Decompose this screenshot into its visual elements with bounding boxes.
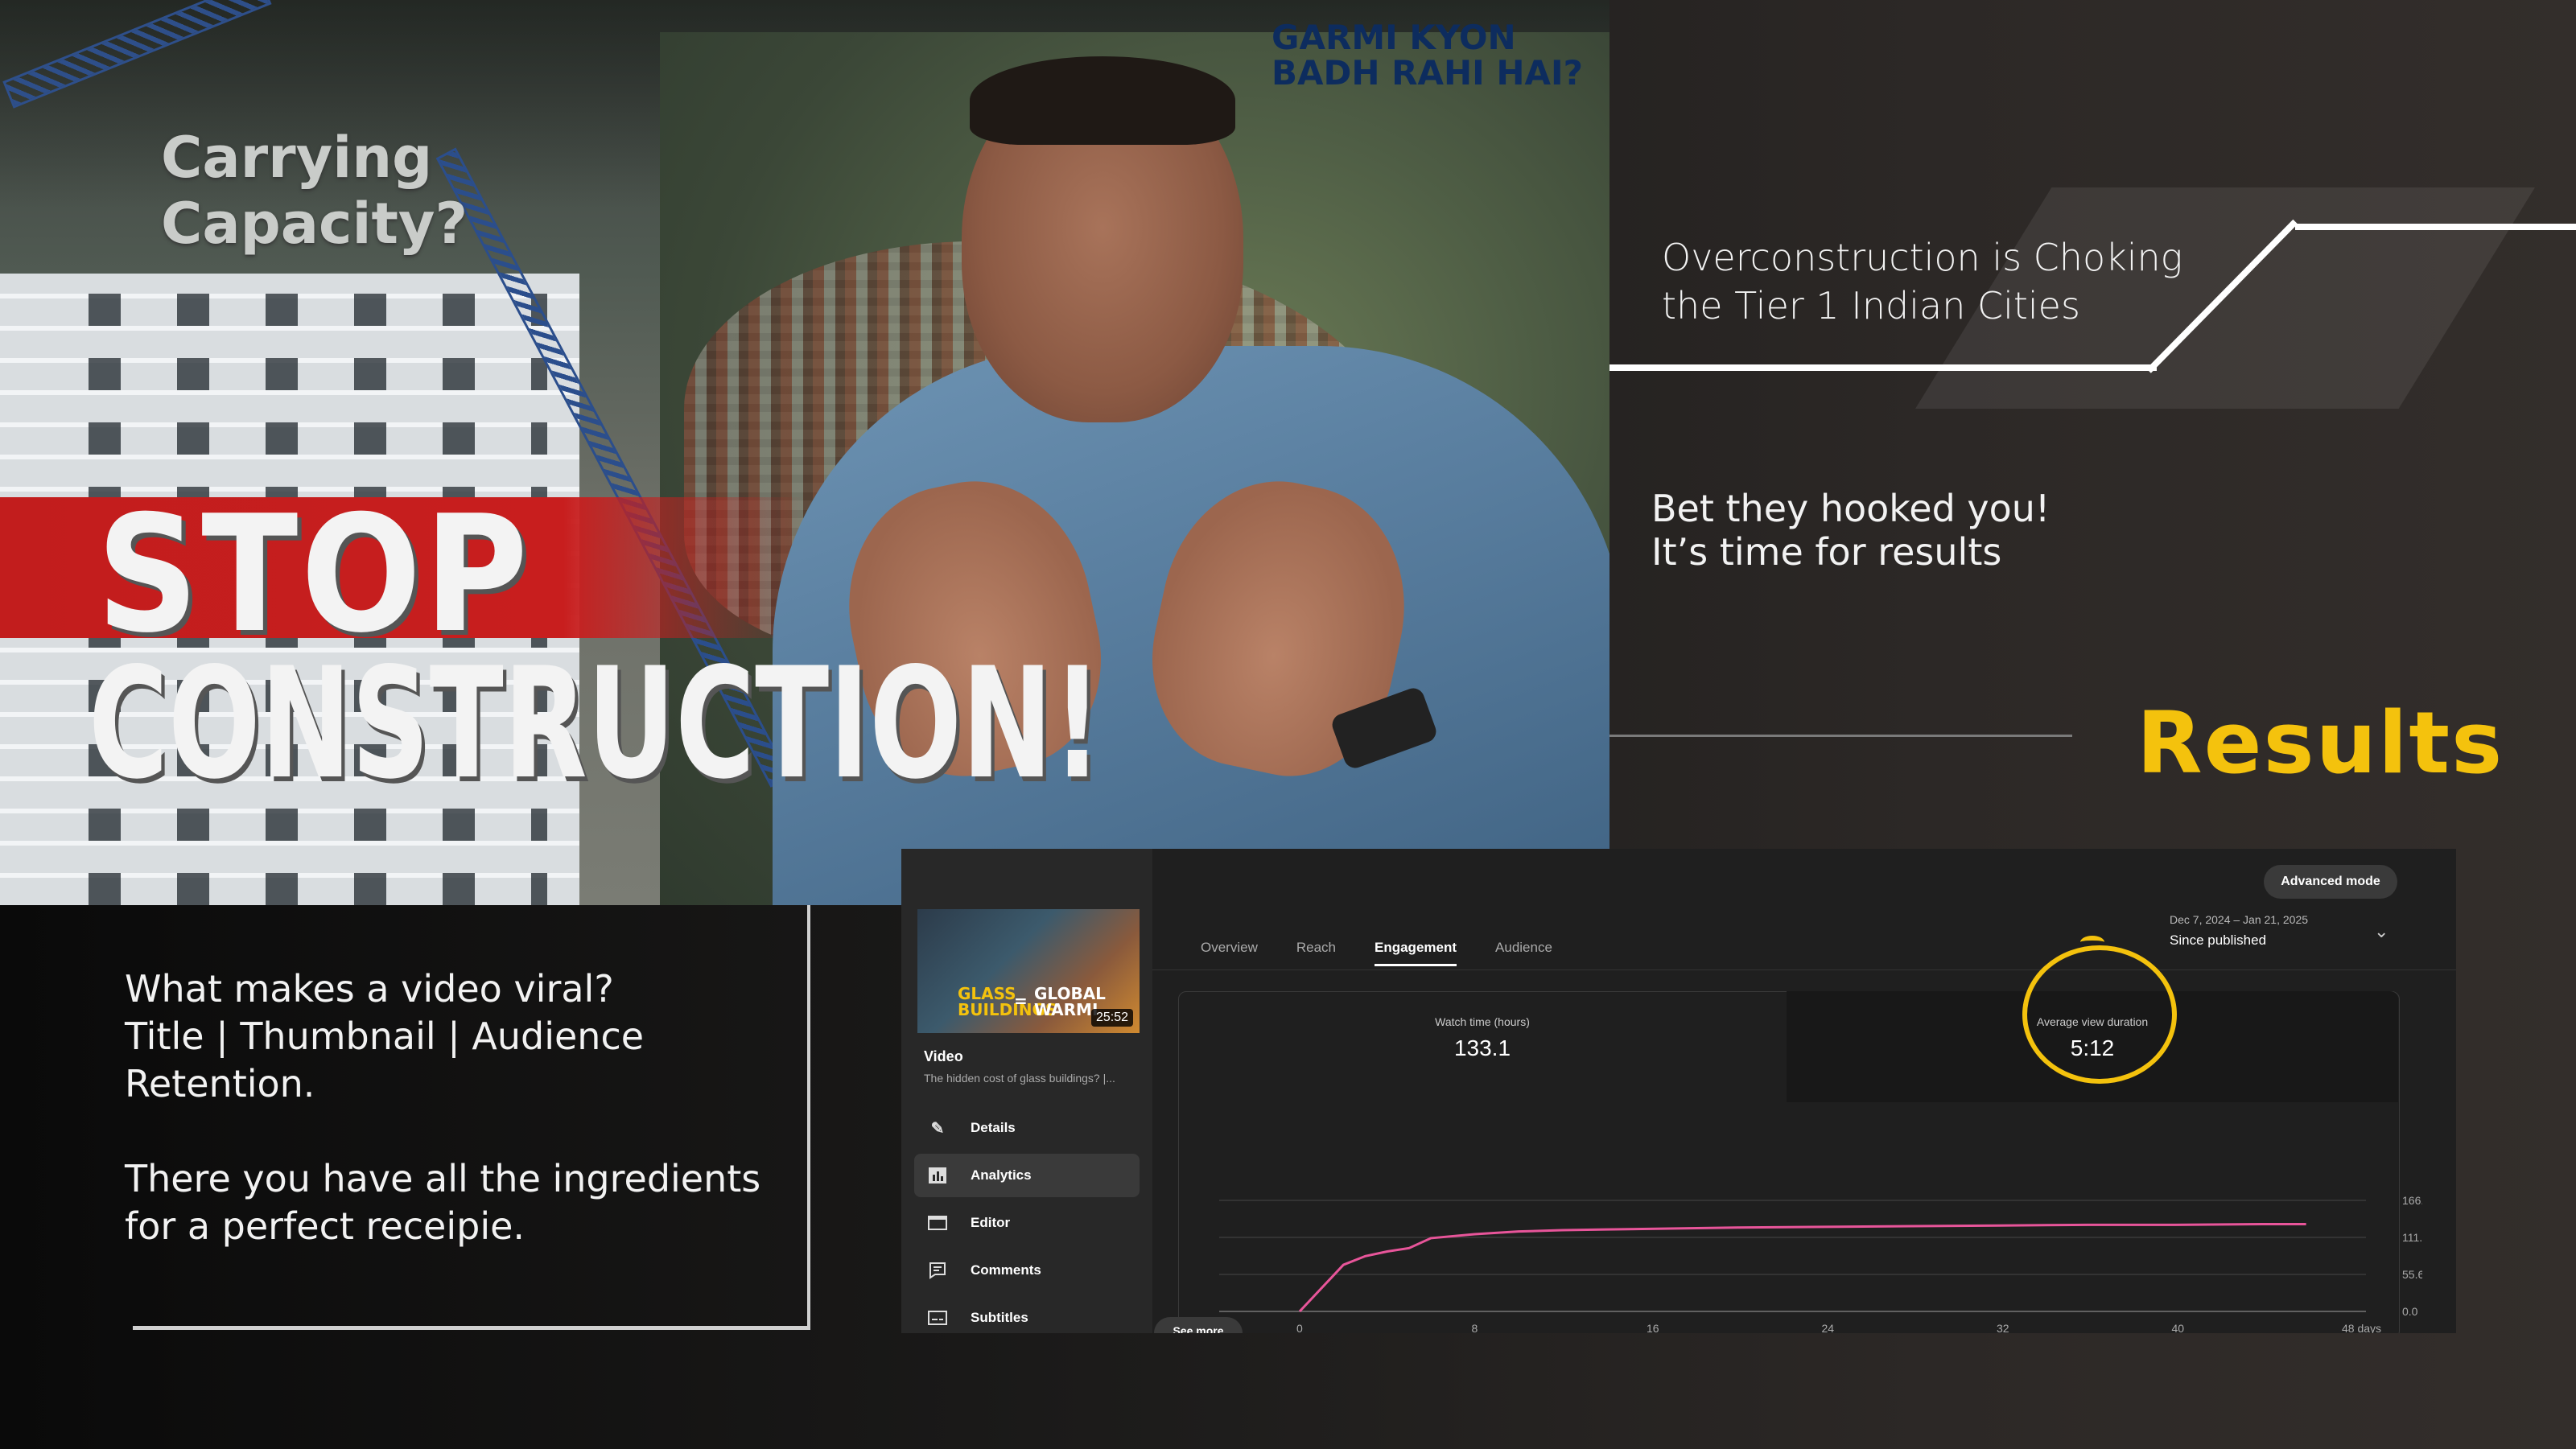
thumbnail-headline-top: GARMI KYON BADH RAHI HAI?: [1272, 18, 1584, 93]
x-tick-label: 16: [1647, 1322, 1659, 1333]
highlight-circle-tail: [2080, 936, 2104, 949]
y-tick-label: 0.0: [2402, 1305, 2418, 1318]
thumbnail-construction: CONSTRUCTION!: [89, 635, 1103, 813]
watch-time-chart: 166.7 111.1 55.6 0.0 0 8 16 24 32 40 48 days: [1219, 1194, 2422, 1333]
see-more-button[interactable]: See more: [1154, 1317, 1243, 1333]
sidebar-item-label: Comments: [971, 1262, 1041, 1278]
sidebar-item-label: Subtitles: [971, 1310, 1028, 1325]
viral-line: Title | Thumbnail | Audience: [125, 1015, 645, 1058]
analytics-tabs: Overview Reach Engagement Audience: [1185, 929, 1575, 966]
ingredients-line: for a perfect receipie.: [125, 1204, 526, 1248]
overconstruction-text: Overconstruction is Choking the Tier 1 I…: [1662, 236, 2183, 327]
sidebar-item-comments[interactable]: Comments: [914, 1249, 1140, 1292]
sidebar-item-details[interactable]: ✎ Details: [914, 1106, 1140, 1150]
y-tick-label: 166.7: [2402, 1194, 2422, 1207]
sidebar-item-editor[interactable]: Editor: [914, 1201, 1140, 1245]
frame-line: [133, 1326, 810, 1330]
metric-value: 133.1: [1453, 1035, 1511, 1060]
ingredients-line: There you have all the ingredients: [125, 1157, 761, 1200]
x-tick-label: 24: [1822, 1322, 1835, 1333]
tab-overview[interactable]: Overview: [1185, 929, 1280, 966]
y-tick-label: 111.1: [2402, 1231, 2422, 1244]
presenter-hair: [970, 56, 1235, 145]
thumbnail-question: Carrying Capacity?: [161, 125, 468, 257]
comment-icon: [927, 1262, 948, 1279]
preview-equals: =: [1014, 991, 1028, 1011]
hooked-line: It’s time for results: [1651, 530, 2002, 574]
x-tick-label: 8: [1472, 1322, 1478, 1333]
viral-text: What makes a video viral? Title | Thumbn…: [125, 965, 760, 1250]
studio-sidebar: GLASS BUILDINGS = GLOBAL WARMI 25:52 Vid…: [901, 849, 1152, 1333]
tab-reach[interactable]: Reach: [1280, 929, 1358, 966]
x-tick-label: 40: [2172, 1322, 2185, 1333]
sidebar-item-subtitles[interactable]: Subtitles: [914, 1296, 1140, 1333]
film-icon: [927, 1214, 948, 1232]
divider-line: [1609, 735, 2072, 737]
decorative-line: [2295, 224, 2576, 230]
x-tick-label: 48 days: [2342, 1322, 2381, 1333]
metric-watch-time[interactable]: Watch time (hours) 133.1: [1178, 991, 1787, 1102]
sidebar-item-label: Editor: [971, 1215, 1011, 1230]
date-range[interactable]: Dec 7, 2024 – Jan 21, 2025: [2170, 913, 2308, 926]
bar-chart-icon: [927, 1167, 948, 1184]
sidebar-item-label: Analytics: [971, 1167, 1032, 1183]
tab-audience[interactable]: Audience: [1479, 929, 1575, 966]
thumbnail-stop: STOP: [97, 481, 531, 669]
sidebar-item-analytics[interactable]: Analytics: [914, 1154, 1140, 1197]
chevron-down-icon[interactable]: ⌄: [2374, 921, 2388, 942]
analytics-panel: GLASS BUILDINGS = GLOBAL WARMI 25:52 Vid…: [901, 849, 2456, 1333]
subtitles-icon: [927, 1309, 948, 1327]
frame-line: [807, 905, 810, 1330]
video-title: The hidden cost of glass buildings? |...: [924, 1072, 1115, 1085]
video-label: Video: [924, 1048, 963, 1064]
y-tick-label: 55.6: [2402, 1268, 2422, 1281]
metric-label: Watch time (hours): [1435, 1015, 1530, 1028]
period-selector[interactable]: Since published: [2170, 932, 2266, 949]
tab-engagement[interactable]: Engagement: [1358, 929, 1479, 966]
x-tick-label: 32: [1997, 1322, 2009, 1333]
video-thumbnail: GARMI KYON BADH RAHI HAI? Carrying Capac…: [0, 0, 1609, 905]
viral-line: Retention.: [125, 1062, 315, 1105]
advanced-mode-button[interactable]: Advanced mode: [2264, 865, 2397, 899]
tab-divider: [1152, 969, 2456, 970]
sidebar-item-label: Details: [971, 1120, 1016, 1135]
hooked-line: Bet they hooked you!: [1651, 487, 2050, 530]
results-heading: Results: [2137, 694, 2504, 792]
highlight-circle: [2022, 945, 2177, 1084]
x-tick-label: 0: [1296, 1322, 1303, 1333]
video-duration: 25:52: [1090, 1009, 1133, 1027]
pencil-icon: ✎: [930, 1119, 945, 1138]
viral-line: What makes a video viral?: [125, 967, 614, 1011]
hooked-text: Bet they hooked you! It’s time for resul…: [1651, 487, 2050, 574]
video-preview[interactable]: GLASS BUILDINGS = GLOBAL WARMI 25:52: [917, 909, 1140, 1033]
decorative-line: [1609, 364, 2157, 371]
